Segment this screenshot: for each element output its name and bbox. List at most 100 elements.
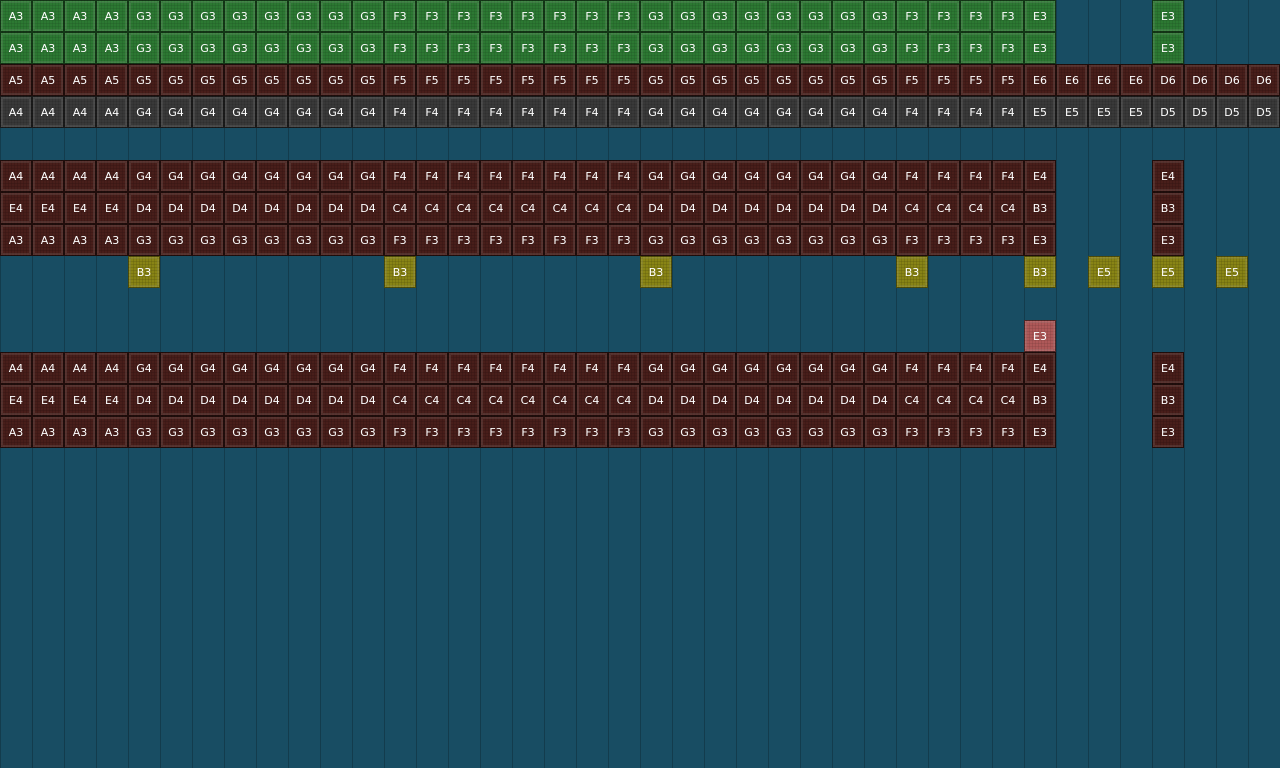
note-cell[interactable]: C4 (384, 384, 416, 416)
note-cell[interactable]: F5 (480, 64, 512, 96)
note-cell[interactable]: G3 (288, 0, 320, 32)
note-cell[interactable]: G3 (320, 32, 352, 64)
note-cell[interactable]: D6 (1152, 64, 1184, 96)
note-cell[interactable]: F3 (896, 224, 928, 256)
note-cell[interactable]: F3 (384, 416, 416, 448)
note-cell[interactable]: D4 (160, 192, 192, 224)
note-cell[interactable]: B3 (1024, 256, 1056, 288)
note-cell[interactable]: G3 (832, 32, 864, 64)
note-cell[interactable]: G3 (704, 32, 736, 64)
note-cell[interactable]: F3 (928, 224, 960, 256)
note-cell[interactable]: F4 (384, 96, 416, 128)
note-cell[interactable]: B3 (384, 256, 416, 288)
note-cell[interactable]: E4 (1024, 160, 1056, 192)
note-cell[interactable]: F3 (576, 32, 608, 64)
note-cell[interactable]: G3 (352, 416, 384, 448)
note-cell[interactable]: F3 (384, 224, 416, 256)
note-cell[interactable]: D4 (640, 192, 672, 224)
note-cell[interactable]: G3 (672, 416, 704, 448)
note-cell[interactable]: F3 (448, 32, 480, 64)
note-cell[interactable]: E6 (1024, 64, 1056, 96)
note-cell[interactable]: E3 (1152, 224, 1184, 256)
note-cell[interactable]: F4 (480, 160, 512, 192)
note-cell[interactable]: G4 (800, 96, 832, 128)
note-cell[interactable]: G3 (128, 416, 160, 448)
note-cell[interactable]: E5 (1056, 96, 1088, 128)
note-cell[interactable]: F3 (896, 416, 928, 448)
note-cell[interactable]: F3 (416, 224, 448, 256)
note-cell[interactable]: D4 (352, 384, 384, 416)
note-cell[interactable]: C4 (544, 192, 576, 224)
note-cell[interactable]: F4 (448, 96, 480, 128)
note-cell[interactable]: F3 (928, 32, 960, 64)
note-cell[interactable]: G3 (864, 0, 896, 32)
note-cell[interactable]: A3 (64, 32, 96, 64)
note-cell[interactable]: G3 (736, 0, 768, 32)
note-cell[interactable]: G4 (288, 352, 320, 384)
note-cell[interactable]: C4 (512, 384, 544, 416)
note-cell[interactable]: E5 (1024, 96, 1056, 128)
note-cell[interactable]: F3 (448, 0, 480, 32)
note-grid[interactable]: A3 A3 A3 A3 G3 G3 G3 G3 G3 G3 G3 G3 F3 F3 F3 F3 F3 F3 F3 F3… (0, 0, 1280, 768)
note-cell[interactable]: G3 (704, 224, 736, 256)
note-cell[interactable]: C4 (608, 192, 640, 224)
note-cell[interactable]: G4 (256, 96, 288, 128)
note-cell[interactable]: D4 (224, 192, 256, 224)
note-cell[interactable]: A5 (0, 64, 32, 96)
note-cell[interactable]: G3 (192, 416, 224, 448)
note-cell[interactable]: C4 (480, 384, 512, 416)
note-cell[interactable]: D5 (1216, 96, 1248, 128)
note-cell[interactable]: G4 (352, 160, 384, 192)
note-cell[interactable]: G3 (736, 416, 768, 448)
note-cell[interactable]: E4 (96, 192, 128, 224)
note-cell[interactable]: G3 (320, 224, 352, 256)
note-cell[interactable]: F4 (384, 160, 416, 192)
note-cell[interactable]: E4 (64, 384, 96, 416)
note-cell[interactable]: C4 (416, 192, 448, 224)
note-cell[interactable]: G3 (320, 416, 352, 448)
note-cell[interactable]: G5 (256, 64, 288, 96)
note-cell[interactable]: G4 (256, 160, 288, 192)
note-cell[interactable]: D4 (800, 192, 832, 224)
note-cell[interactable]: A4 (32, 96, 64, 128)
note-cell[interactable]: G3 (352, 224, 384, 256)
note-cell[interactable]: G4 (864, 160, 896, 192)
note-cell[interactable]: F5 (960, 64, 992, 96)
note-cell[interactable]: G3 (192, 0, 224, 32)
note-cell[interactable]: G3 (672, 224, 704, 256)
note-cell[interactable]: E6 (1120, 64, 1152, 96)
note-cell[interactable]: E3 (1024, 416, 1056, 448)
note-cell[interactable]: E3 (1152, 32, 1184, 64)
note-cell[interactable]: G4 (640, 96, 672, 128)
note-cell[interactable]: A4 (32, 352, 64, 384)
note-cell[interactable]: F5 (896, 64, 928, 96)
note-cell[interactable]: F5 (928, 64, 960, 96)
note-cell[interactable]: G4 (192, 352, 224, 384)
note-cell[interactable]: G3 (672, 32, 704, 64)
note-cell[interactable]: C4 (576, 192, 608, 224)
note-cell[interactable]: G5 (128, 64, 160, 96)
note-cell[interactable]: F3 (608, 416, 640, 448)
note-cell[interactable]: B3 (1152, 192, 1184, 224)
note-cell[interactable]: G4 (352, 96, 384, 128)
note-cell[interactable]: F4 (896, 352, 928, 384)
note-cell[interactable]: F3 (480, 224, 512, 256)
note-cell[interactable]: G3 (736, 224, 768, 256)
note-cell[interactable]: F4 (992, 352, 1024, 384)
note-cell[interactable]: G4 (672, 160, 704, 192)
note-cell[interactable]: F4 (960, 352, 992, 384)
note-cell[interactable]: A3 (32, 0, 64, 32)
note-cell[interactable]: E3 (1024, 0, 1056, 32)
note-cell[interactable]: E5 (1120, 96, 1152, 128)
note-cell[interactable]: E4 (64, 192, 96, 224)
note-cell[interactable]: G4 (736, 352, 768, 384)
note-cell[interactable]: G3 (288, 224, 320, 256)
note-cell[interactable]: G3 (288, 32, 320, 64)
note-cell[interactable]: F4 (608, 96, 640, 128)
note-cell[interactable]: G3 (128, 224, 160, 256)
note-cell[interactable]: D4 (704, 384, 736, 416)
note-cell[interactable]: B3 (640, 256, 672, 288)
note-cell[interactable]: G5 (224, 64, 256, 96)
note-cell[interactable]: G3 (832, 0, 864, 32)
note-cell[interactable]: C4 (448, 384, 480, 416)
